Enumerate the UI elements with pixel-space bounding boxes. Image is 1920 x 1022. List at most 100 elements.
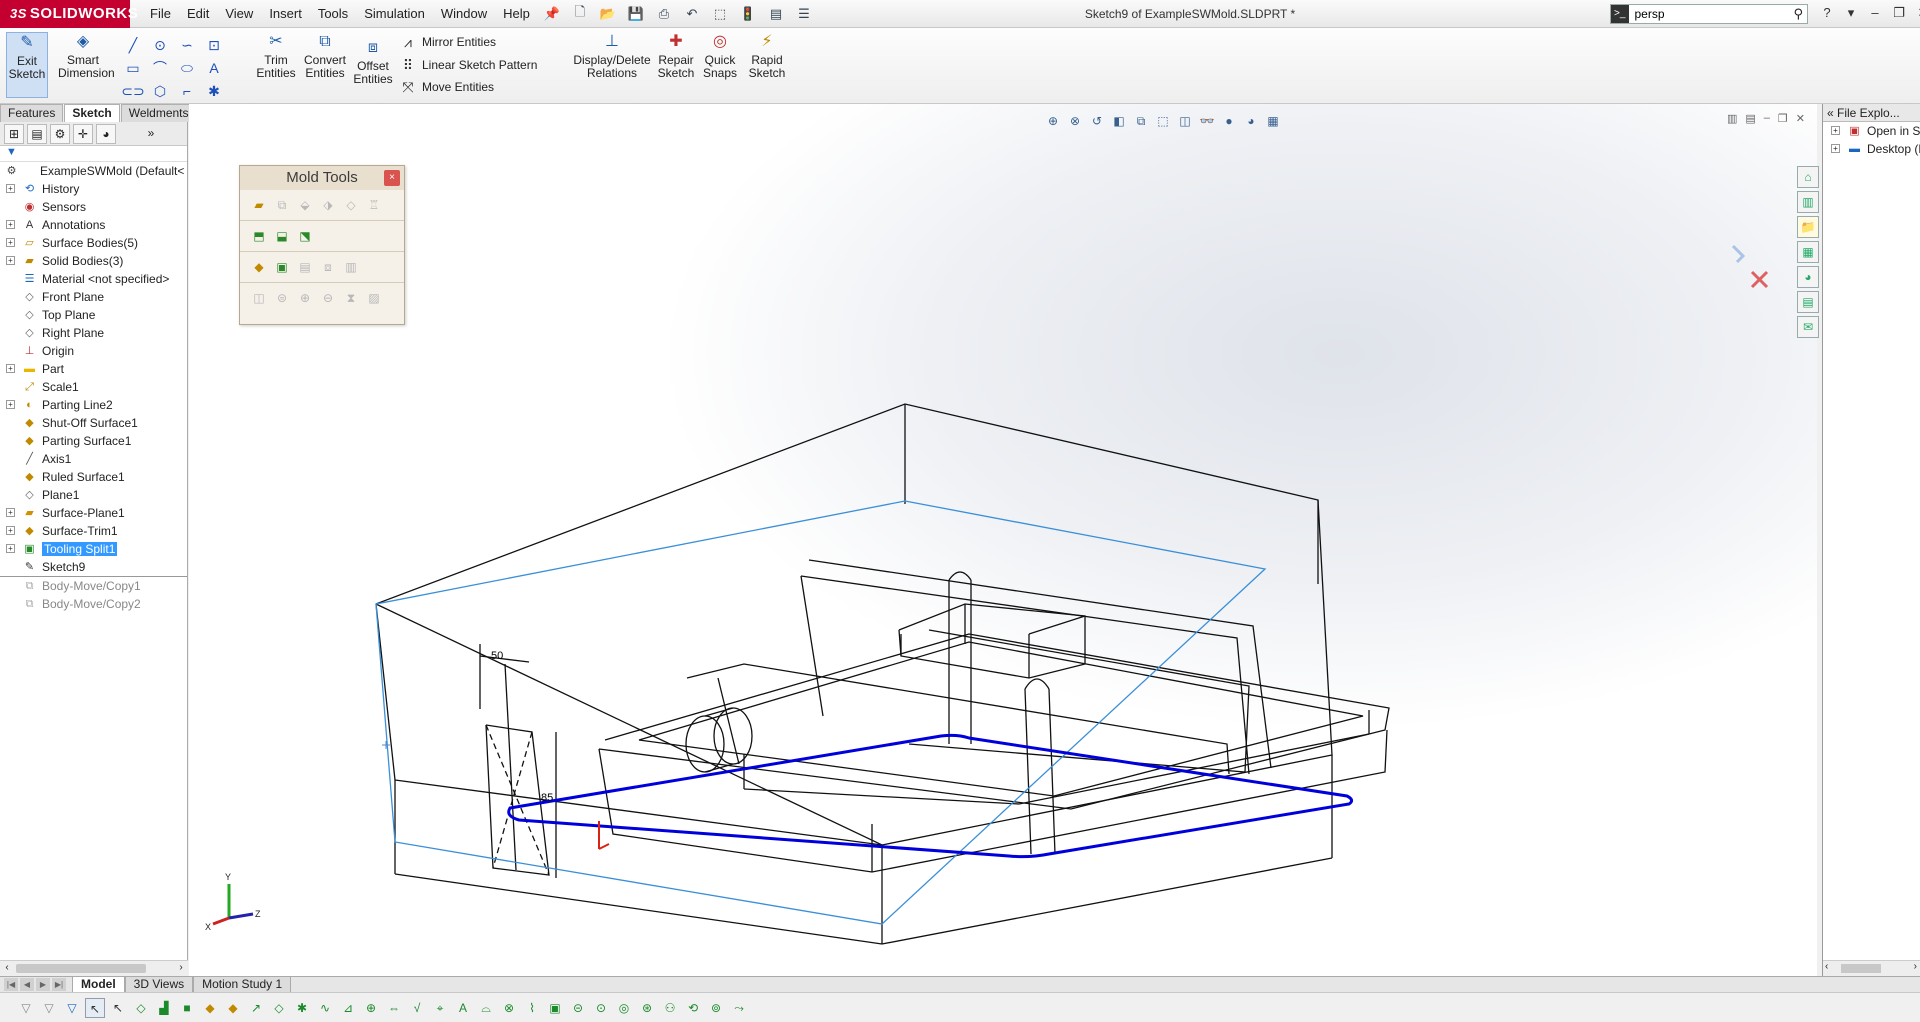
options-icon[interactable]: ☰ — [792, 4, 816, 24]
tree-item-parting-line2[interactable]: + ◐ Parting Line2 — [0, 396, 187, 414]
offset-surface-icon[interactable]: ◫ — [250, 289, 268, 307]
filter-notes-icon[interactable]: A — [453, 998, 473, 1018]
file-explorer-icon[interactable]: 📁 — [1797, 216, 1819, 238]
expand-icon[interactable]: + — [6, 508, 15, 517]
filter-weld-symbols-icon[interactable]: ⌓ — [476, 998, 496, 1018]
last-tab-icon[interactable]: ▶| — [52, 978, 66, 991]
next-tab-icon[interactable]: ▶ — [36, 978, 50, 991]
filter-solid-bodies-icon[interactable]: ◆ — [223, 998, 243, 1018]
solidworks-resources-icon[interactable]: ⌂ — [1797, 166, 1819, 188]
tree-item-top-plane[interactable]: ◇ Top Plane — [0, 306, 187, 324]
file-explorer-item[interactable]: + ▣ Open in SO — [1823, 122, 1920, 140]
expand-icon[interactable]: + — [6, 256, 15, 265]
repair-sketch-button[interactable]: ✚ Repair Sketch — [656, 32, 696, 98]
line-icon[interactable]: ╱ — [120, 34, 146, 56]
tree-item-body-move-copy1[interactable]: ⧉ Body-Move/Copy1 — [0, 577, 187, 595]
tree-item-right-plane[interactable]: ◇ Right Plane — [0, 324, 187, 342]
file-explorer-scrollbar[interactable]: ‹ › — [1823, 960, 1920, 976]
point-icon[interactable]: ✱ — [201, 80, 227, 102]
tree-item-annotations[interactable]: + A Annotations — [0, 216, 187, 234]
polygon-icon[interactable]: ⬡ — [147, 80, 173, 102]
tooling-split-tool-icon[interactable]: ▣ — [273, 258, 291, 276]
tab-motion-study-1[interactable]: Motion Study 1 — [193, 977, 292, 993]
smart-dimension-button[interactable]: ◈ Smart Dimension — [58, 32, 115, 98]
expand-icon[interactable]: + — [6, 238, 15, 247]
expand-icon[interactable]: + — [6, 400, 15, 409]
filter-select-all-icon[interactable]: ▽ — [62, 998, 82, 1018]
open-icon[interactable]: 📂 — [596, 4, 620, 24]
configuration-manager-tab-icon[interactable]: ⚙ — [50, 123, 70, 144]
custom-properties-icon[interactable]: ▤ — [1797, 291, 1819, 313]
save-icon[interactable]: 💾 — [624, 4, 648, 24]
tree-item-plane1[interactable]: ◇ Plane1 — [0, 486, 187, 504]
feature-tree-scrollbar[interactable]: ‹ › — [0, 960, 188, 976]
scroll-right-icon[interactable]: › — [174, 961, 188, 975]
planar-surface-tool-icon[interactable]: ◆ — [250, 258, 268, 276]
trim-surface-icon[interactable]: ⊖ — [319, 289, 337, 307]
filter-loops-icon[interactable]: ⟲ — [683, 998, 703, 1018]
display-manager-tab-icon[interactable]: ◕ — [96, 123, 116, 144]
fe-scroll-left-icon[interactable]: ‹ — [1825, 961, 1828, 972]
filter-dimensions-icon[interactable]: ⇔ — [384, 998, 404, 1018]
filter-midpoints-icon[interactable]: ⊿ — [338, 998, 358, 1018]
scale-tool-icon[interactable]: ◇ — [342, 196, 360, 214]
select-pointer-icon[interactable]: ↖ — [85, 997, 105, 1018]
user-icon[interactable]: ▾ — [1842, 3, 1860, 23]
move-face-icon[interactable]: ⧈ — [319, 258, 337, 276]
filter-datum-targets-icon[interactable]: ⊗ — [499, 998, 519, 1018]
tab-sketch[interactable]: Sketch — [64, 104, 120, 122]
filter-mates-icon[interactable]: ⚇ — [660, 998, 680, 1018]
filter-center-of-mass-icon[interactable]: ⊛ — [637, 998, 657, 1018]
expand-icon[interactable]: + — [6, 220, 15, 229]
rebuild-icon[interactable]: 🚦 — [736, 4, 760, 24]
tree-item-sensors[interactable]: ◉ Sensors — [0, 198, 187, 216]
ellipse-icon[interactable]: ⬭ — [174, 57, 200, 79]
quick-snaps-button[interactable]: ◎ Quick Snaps — [700, 32, 740, 98]
search-icon[interactable]: ⚲ — [1790, 6, 1808, 22]
fillet-icon[interactable]: ⌐ — [174, 80, 200, 102]
view-palette-icon[interactable]: ▦ — [1797, 241, 1819, 263]
tab-3d-views[interactable]: 3D Views — [124, 977, 194, 993]
core-tool-icon[interactable]: ♖ — [365, 196, 383, 214]
thicken-icon[interactable]: ▨ — [365, 289, 383, 307]
fe-scroll-right-icon[interactable]: › — [1914, 961, 1917, 972]
knit-surface-tool-icon[interactable]: ⬔ — [296, 227, 314, 245]
mirror-entities-button[interactable]: ⩘ Mirror Entities — [398, 31, 496, 53]
tree-item-origin[interactable]: ⊥ Origin — [0, 342, 187, 360]
tab-model[interactable]: Model — [72, 977, 125, 993]
tree-item-tooling-split1[interactable]: + ▣ Tooling Split1 — [0, 540, 187, 558]
search-box[interactable]: >_ ⚲ — [1610, 4, 1808, 24]
expand-panel-icon[interactable]: » — [141, 124, 161, 144]
print-icon[interactable]: ⎙ — [652, 4, 676, 24]
tree-item-part[interactable]: + ▬ Part — [0, 360, 187, 378]
help-icon[interactable]: ? — [1818, 3, 1836, 23]
expand-icon[interactable]: + — [6, 544, 15, 553]
menu-help[interactable]: Help — [495, 0, 538, 28]
file-explorer-item[interactable]: + ▬ Desktop (K — [1823, 140, 1920, 158]
search-input[interactable] — [1628, 7, 1790, 21]
parting-line-tool-icon[interactable]: ▰ — [250, 196, 268, 214]
filter-icon[interactable]: ▼ — [0, 146, 187, 162]
filter-cosmetic-threads-icon[interactable]: ⌇ — [522, 998, 542, 1018]
prev-tab-icon[interactable]: ◀ — [20, 978, 34, 991]
tab-features[interactable]: Features — [0, 104, 64, 122]
core-cavity-icon[interactable]: ▤ — [296, 258, 314, 276]
mold-tools-toolbar[interactable]: Mold Tools × ▰ ⧉ ⬙ ⬗ ◇ ♖ ⬒ ⬓ ⬔ ◆ ▣ ▤ ⧈ ▥… — [239, 165, 405, 325]
filter-geometric-tolerance-icon[interactable]: ⌖ — [430, 998, 450, 1018]
filter-faces-icon[interactable]: ■ — [177, 998, 197, 1018]
tree-item-history[interactable]: + ⟲ History — [0, 180, 187, 198]
tree-item-material-not-specified[interactable]: ☰ Material <not specified> — [0, 270, 187, 288]
tree-item-solid-bodies-3[interactable]: + ▰ Solid Bodies(3) — [0, 252, 187, 270]
tree-item-shut-off-surface1[interactable]: ◆ Shut-Off Surface1 — [0, 414, 187, 432]
split-line-icon[interactable]: ▥ — [342, 258, 360, 276]
tree-item-ruled-surface1[interactable]: ◆ Ruled Surface1 — [0, 468, 187, 486]
filter-blocks-icon[interactable]: ▣ — [545, 998, 565, 1018]
tree-item-parting-surface1[interactable]: ◆ Parting Surface1 — [0, 432, 187, 450]
filter-cables-icon[interactable]: ⤳ — [729, 998, 749, 1018]
feature-tree-tab-icon[interactable]: ⊞ — [4, 123, 24, 144]
first-tab-icon[interactable]: |◀ — [4, 978, 18, 991]
filter-planes-icon[interactable]: ◇ — [269, 998, 289, 1018]
expand-icon[interactable]: + — [6, 364, 15, 373]
filter-connection-points-icon[interactable]: ⊙ — [591, 998, 611, 1018]
shutoff-tool-icon[interactable]: ⧉ — [273, 196, 291, 214]
